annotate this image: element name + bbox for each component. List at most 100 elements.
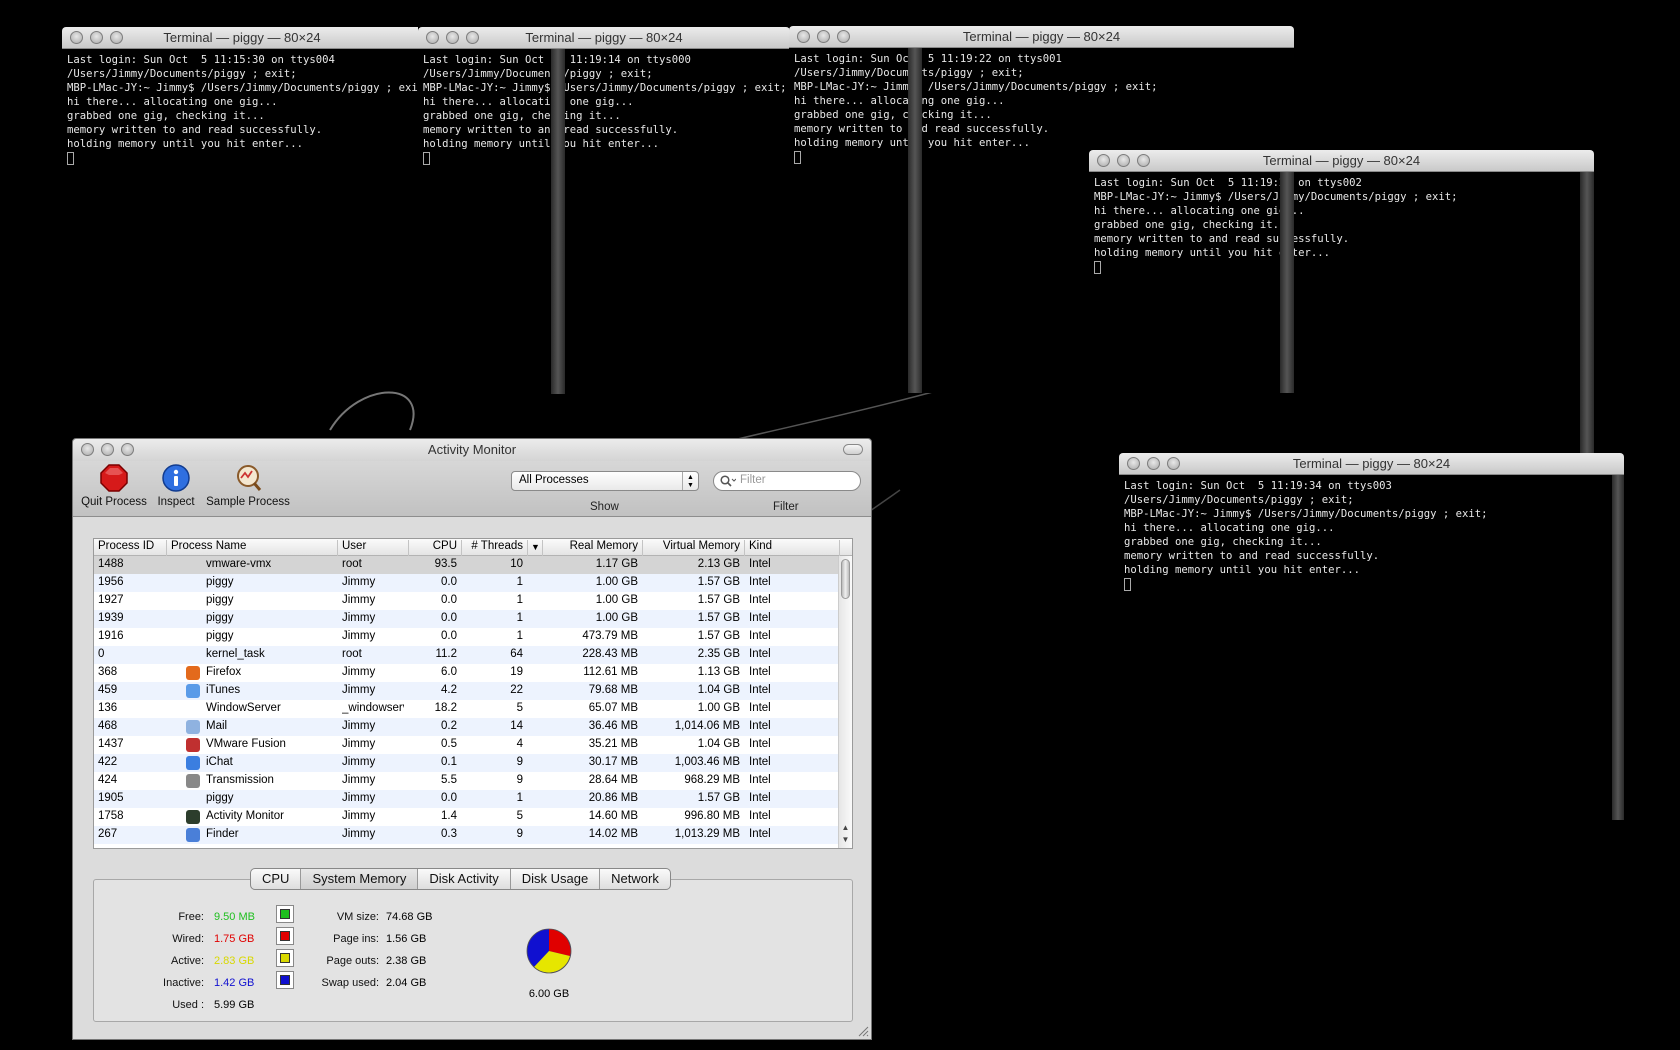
table-row[interactable]: 1488 vmware-vmx root 93.5 10 1.17 GB 2.13 GB In…	[94, 556, 838, 574]
cell-virtual: 1,013.29 MB	[674, 828, 740, 840]
table-row[interactable]: 368 Firefox Jimmy 6.0 19 112.61 MB 1.13 GB Inte…	[94, 664, 838, 682]
table-row[interactable]: 468 Mail Jimmy 0.2 14 36.46 MB 1,014.06 MB Inte…	[94, 718, 838, 736]
table-row[interactable]: 424 Transmission Jimmy 5.5 9 28.64 MB 968.29 M…	[94, 772, 838, 790]
active-color-swatch[interactable]	[276, 949, 294, 967]
terminal-line: Last login: Sun Oct 5 11:19:34 on ttys00…	[1124, 480, 1392, 492]
inactive-color-swatch[interactable]	[276, 971, 294, 989]
scrollbar[interactable]	[1280, 172, 1294, 393]
cell-virtual: 1,014.06 MB	[674, 720, 740, 732]
cell-name: iTunes	[206, 684, 241, 696]
table-row[interactable]: 1916 piggy Jimmy 0.0 1 473.79 MB 1.57 GB Intel	[94, 628, 838, 646]
cell-pid: 267	[98, 828, 118, 840]
table-row[interactable]: 0 kernel_task root 11.2 64 228.43 MB 2.35 GB In…	[94, 646, 838, 664]
sample-process-label: Sample Process	[206, 496, 290, 508]
terminal-output[interactable]: Last login: Sun Oct 5 11:19:14 on ttys00…	[418, 49, 790, 394]
scrollbar[interactable]	[908, 48, 922, 393]
cell-user: Jimmy	[342, 774, 376, 786]
column-threads[interactable]: # Threads	[462, 540, 528, 556]
show-select-value: All Processes	[519, 474, 589, 486]
column-process-id[interactable]: Process ID	[94, 540, 167, 556]
tab-network[interactable]: Network	[600, 869, 670, 889]
filter-search-input[interactable]: Filter	[713, 471, 861, 491]
free-value: 9.50 MB	[214, 911, 255, 923]
cell-real: 1.00 GB	[595, 612, 638, 624]
terminal-window-2[interactable]: Terminal — piggy — 80×24 Last login: Sun…	[418, 27, 790, 394]
cell-threads: 64	[510, 648, 523, 660]
column-process-name[interactable]: Process Name	[167, 540, 338, 556]
terminal-window-1[interactable]: Terminal — piggy — 80×24 Last login: Sun…	[62, 27, 422, 390]
resize-grip-icon[interactable]	[857, 1025, 869, 1037]
cell-name: piggy	[206, 792, 234, 804]
activity-monitor-window[interactable]: Activity Monitor Quit Process Inspect Sa…	[72, 438, 872, 1040]
cell-threads: 14	[510, 720, 523, 732]
column-real-memory[interactable]: Real Memory	[543, 540, 643, 556]
cell-pid: 422	[98, 756, 118, 768]
show-processes-select[interactable]: All Processes ▲ ▼	[511, 471, 699, 491]
title-bar[interactable]: Terminal — piggy — 80×24	[418, 27, 790, 49]
column-virtual-memory[interactable]: Virtual Memory	[643, 540, 745, 556]
terminal-window-5[interactable]: Terminal — piggy — 80×24 Last login: Sun…	[1119, 453, 1624, 820]
scrollbar[interactable]	[551, 49, 565, 394]
cell-kind: Intel	[749, 756, 771, 768]
inactive-label: Inactive:	[163, 977, 204, 989]
terminal-output[interactable]: Last login: Sun Oct 5 11:15:30 on ttys00…	[62, 49, 422, 390]
terminal-line: MBP-LMac-JY:~ Jimmy$ /Users/Jimmy/Docume…	[1124, 508, 1488, 520]
title-bar[interactable]: Terminal — piggy — 80×24	[1119, 453, 1624, 475]
table-row[interactable]: 1437 VMware Fusion Jimmy 0.5 4 35.21 MB 1.04 G…	[94, 736, 838, 754]
cell-user: Jimmy	[342, 828, 376, 840]
table-row[interactable]: 267 Finder Jimmy 0.3 9 14.02 MB 1,013.29 MB Int…	[94, 826, 838, 844]
scroll-thumb[interactable]	[841, 559, 850, 599]
table-row[interactable]: 1927 piggy Jimmy 0.0 1 1.00 GB 1.57 GB Intel	[94, 592, 838, 610]
title-bar[interactable]: Terminal — piggy — 80×24	[62, 27, 422, 49]
cell-cpu: 0.3	[441, 828, 457, 840]
column-cpu[interactable]: CPU	[409, 540, 462, 556]
cell-user: Jimmy	[342, 576, 376, 588]
tab-system-memory[interactable]: System Memory	[301, 869, 419, 889]
column-kind[interactable]: Kind	[745, 540, 840, 556]
window-title: Terminal — piggy — 80×24	[962, 29, 1121, 44]
table-row[interactable]: 459 iTunes Jimmy 4.2 22 79.68 MB 1.04 GB Intel	[94, 682, 838, 700]
cell-kind: Intel	[749, 720, 771, 732]
cell-cpu: 0.1	[441, 756, 457, 768]
wired-value: 1.75 GB	[214, 933, 255, 945]
scrollbar[interactable]	[1612, 475, 1624, 820]
column-user[interactable]: User	[338, 540, 409, 556]
tab-disk-activity[interactable]: Disk Activity	[418, 869, 511, 889]
inspect-button[interactable]: Inspect	[153, 463, 199, 508]
terminal-cursor	[423, 151, 430, 165]
cell-virtual: 2.35 GB	[697, 648, 740, 660]
quit-process-button[interactable]: Quit Process	[79, 463, 149, 508]
table-row[interactable]: 136 WindowServer _windowserv 18.2 5 65.07 MB 1…	[94, 700, 838, 718]
cell-threads: 9	[516, 774, 523, 786]
table-row[interactable]: 1939 piggy Jimmy 0.0 1 1.00 GB 1.57 GB Intel	[94, 610, 838, 628]
tab-cpu[interactable]: CPU	[251, 869, 302, 889]
cell-virtual: 1.57 GB	[697, 792, 740, 804]
cell-kind: Intel	[749, 684, 771, 696]
wired-color-swatch[interactable]	[276, 927, 294, 945]
table-scrollbar[interactable]: ▲ ▼	[838, 556, 852, 848]
toolbar-toggle-button[interactable]	[843, 444, 863, 455]
scroll-down-arrow-icon[interactable]: ▼	[839, 835, 852, 844]
table-row[interactable]: 1758 Activity Monitor Jimmy 1.4 5 14.60 MB 996…	[94, 808, 838, 826]
scroll-up-arrow-icon[interactable]: ▲	[839, 823, 852, 832]
cell-pid: 459	[98, 684, 118, 696]
free-color-swatch[interactable]	[276, 905, 294, 923]
terminal-cursor	[1124, 577, 1131, 591]
terminal-output[interactable]: Last login: Sun Oct 5 11:19:34 on ttys00…	[1119, 475, 1624, 820]
title-bar[interactable]: Activity Monitor	[73, 439, 871, 461]
terminal-line: grabbed one gig, checking it...	[794, 109, 992, 121]
table-row[interactable]: 1905 piggy Jimmy 0.0 1 20.86 MB 1.57 GB Intel	[94, 790, 838, 808]
tab-disk-usage[interactable]: Disk Usage	[511, 869, 601, 889]
terminal-line: /Users/Jimmy/Documents/piggy ; exit;	[423, 68, 653, 80]
process-table[interactable]: Process ID Process Name User CPU # Threa…	[93, 538, 853, 849]
cell-kind: Intel	[749, 558, 771, 570]
cell-real: 30.17 MB	[588, 756, 638, 768]
terminal-line: hi there... allocating one gig...	[423, 96, 634, 108]
sample-process-button[interactable]: Sample Process	[205, 463, 291, 508]
cell-pid: 424	[98, 774, 118, 786]
title-bar[interactable]: Terminal — piggy — 80×24	[789, 26, 1294, 48]
table-row[interactable]: 1956 piggy Jimmy 0.0 1 1.00 GB 1.57 GB Intel	[94, 574, 838, 592]
title-bar[interactable]: Terminal — piggy — 80×24	[1089, 150, 1594, 172]
cell-user: Jimmy	[342, 810, 376, 822]
table-row[interactable]: 422 iChat Jimmy 0.1 9 30.17 MB 1,003.46 MB Inte…	[94, 754, 838, 772]
